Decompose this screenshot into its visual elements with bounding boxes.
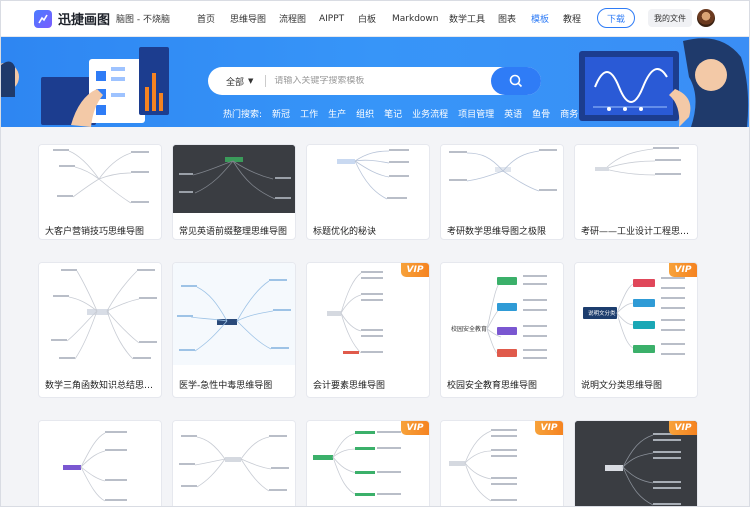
template-card[interactable]: 常见英语前缀整理思维导图 xyxy=(172,144,296,240)
nav-math-tools[interactable]: 数学工具 xyxy=(449,12,485,25)
mindmap-thumbnail xyxy=(307,145,429,213)
nav-charts[interactable]: 图表 xyxy=(498,12,516,25)
card-title: 数学三角函数知识总结思维导图 xyxy=(45,381,159,391)
card-title: 考研——工业设计工程思维导... xyxy=(581,227,695,237)
mindmap-thumbnail xyxy=(39,421,161,506)
card-title: 标题优化的秘诀 xyxy=(313,227,377,237)
mindmap-thumbnail xyxy=(307,263,429,365)
brand-tagline: 脑图 - 不烧脑 xyxy=(116,15,170,25)
search-icon xyxy=(509,74,523,88)
template-card[interactable]: 说明文分类 VIP 说明文分类思维导图 xyxy=(574,262,698,398)
template-card[interactable]: VIP xyxy=(440,420,564,506)
template-card[interactable]: VIP xyxy=(574,420,698,506)
chevron-down-icon[interactable]: ▼ xyxy=(248,77,253,85)
template-card[interactable]: VIP xyxy=(306,420,430,506)
my-files-button[interactable]: 我的文件 xyxy=(648,9,692,27)
hot-tag[interactable]: 笔记 xyxy=(384,107,402,120)
mindmap-thumbnail xyxy=(39,145,161,213)
download-button[interactable]: 下载 xyxy=(597,8,635,28)
template-card[interactable]: VIP 会计要素思维导图 xyxy=(306,262,430,398)
logo[interactable]: 迅捷画图 脑图 - 不烧脑 xyxy=(34,9,170,28)
template-card[interactable]: 标题优化的秘诀 xyxy=(306,144,430,240)
template-card[interactable]: 医学-急性中毒思维导图 xyxy=(172,262,296,398)
top-nav-bar: 迅捷画图 脑图 - 不烧脑 首页 思维导图 流程图 AIPPT 白板 Markd… xyxy=(1,1,749,37)
hot-search-label: 热门搜索: xyxy=(223,110,263,120)
vip-badge: VIP xyxy=(535,421,563,435)
mindmap-thumbnail: 校园安全教育 xyxy=(441,263,563,365)
right-illustration xyxy=(579,38,749,127)
hot-tag[interactable]: 组织 xyxy=(356,107,374,120)
hot-tag[interactable]: 鱼骨 xyxy=(532,107,550,120)
hot-tag[interactable]: 工作 xyxy=(300,107,318,120)
mindmap-thumbnail xyxy=(39,263,161,365)
vip-badge: VIP xyxy=(401,421,429,435)
nav-mindmap[interactable]: 思维导图 xyxy=(230,12,266,25)
template-card[interactable]: 考研——工业设计工程思维导... xyxy=(574,144,698,240)
nav-tutorials[interactable]: 教程 xyxy=(563,12,581,25)
search-input[interactable] xyxy=(274,76,475,86)
hot-tag[interactable]: 英语 xyxy=(504,107,522,120)
avatar[interactable] xyxy=(697,9,715,27)
vip-badge: VIP xyxy=(669,421,697,435)
mindmap-thumbnail xyxy=(173,421,295,506)
template-search-bar: 全部 ▼ xyxy=(208,67,541,95)
mindmap-thumbnail xyxy=(173,145,295,213)
left-illustration xyxy=(1,47,169,127)
hero-banner: 全部 ▼ 热门搜索: 新冠 工作 生产 组织 笔记 业务流程 项目管理 英语 鱼… xyxy=(1,37,749,127)
page: 迅捷画图 脑图 - 不烧脑 首页 思维导图 流程图 AIPPT 白板 Markd… xyxy=(0,0,750,507)
hot-tag[interactable]: 生产 xyxy=(328,107,346,120)
mindmap-thumbnail xyxy=(173,263,295,365)
nav-home[interactable]: 首页 xyxy=(197,12,215,25)
template-card[interactable] xyxy=(172,420,296,506)
vip-badge: VIP xyxy=(669,263,697,277)
nav-aippt[interactable]: AIPPT xyxy=(319,14,344,24)
search-button[interactable] xyxy=(491,67,541,95)
mindmap-thumbnail: 说明文分类 xyxy=(575,263,697,365)
nav-templates[interactable]: 模板 xyxy=(531,12,549,25)
campus-center-text: 校园安全教育 xyxy=(451,325,487,333)
hot-tag[interactable]: 业务流程 xyxy=(412,107,448,120)
logo-icon xyxy=(34,9,52,28)
mindmap-thumbnail xyxy=(441,145,563,213)
nav-markdown[interactable]: Markdown xyxy=(392,14,438,24)
mindmap-thumbnail xyxy=(575,145,697,213)
hot-tag[interactable]: 新冠 xyxy=(272,107,290,120)
template-card[interactable]: 校园安全教育 校园安全教育思维导图 xyxy=(440,262,564,398)
card-title: 校园安全教育思维导图 xyxy=(447,381,538,391)
search-category-select[interactable]: 全部 xyxy=(226,75,244,88)
template-card[interactable] xyxy=(38,420,162,506)
template-card[interactable]: 大客户营销技巧思维导图 xyxy=(38,144,162,240)
hot-search: 热门搜索: 新冠 工作 生产 组织 笔记 业务流程 项目管理 英语 鱼骨 商务 xyxy=(223,107,578,120)
card-title: 大客户营销技巧思维导图 xyxy=(45,227,145,237)
card-title: 常见英语前缀整理思维导图 xyxy=(179,227,288,237)
nav-flowchart[interactable]: 流程图 xyxy=(279,12,306,25)
hot-tag[interactable]: 项目管理 xyxy=(458,107,494,120)
card-title: 医学-急性中毒思维导图 xyxy=(179,381,273,391)
template-card[interactable]: 数学三角函数知识总结思维导图 xyxy=(38,262,162,398)
template-card[interactable]: 考研数学思维导图之极限 xyxy=(440,144,564,240)
expository-center-text: 说明文分类 xyxy=(588,309,616,317)
brand-name: 迅捷画图 xyxy=(58,13,111,28)
nav-whiteboard[interactable]: 白板 xyxy=(358,12,376,25)
card-title: 说明文分类思维导图 xyxy=(581,381,663,391)
vip-badge: VIP xyxy=(401,263,429,277)
card-title: 会计要素思维导图 xyxy=(313,381,386,391)
search-divider xyxy=(265,75,267,87)
card-title: 考研数学思维导图之极限 xyxy=(447,227,547,237)
